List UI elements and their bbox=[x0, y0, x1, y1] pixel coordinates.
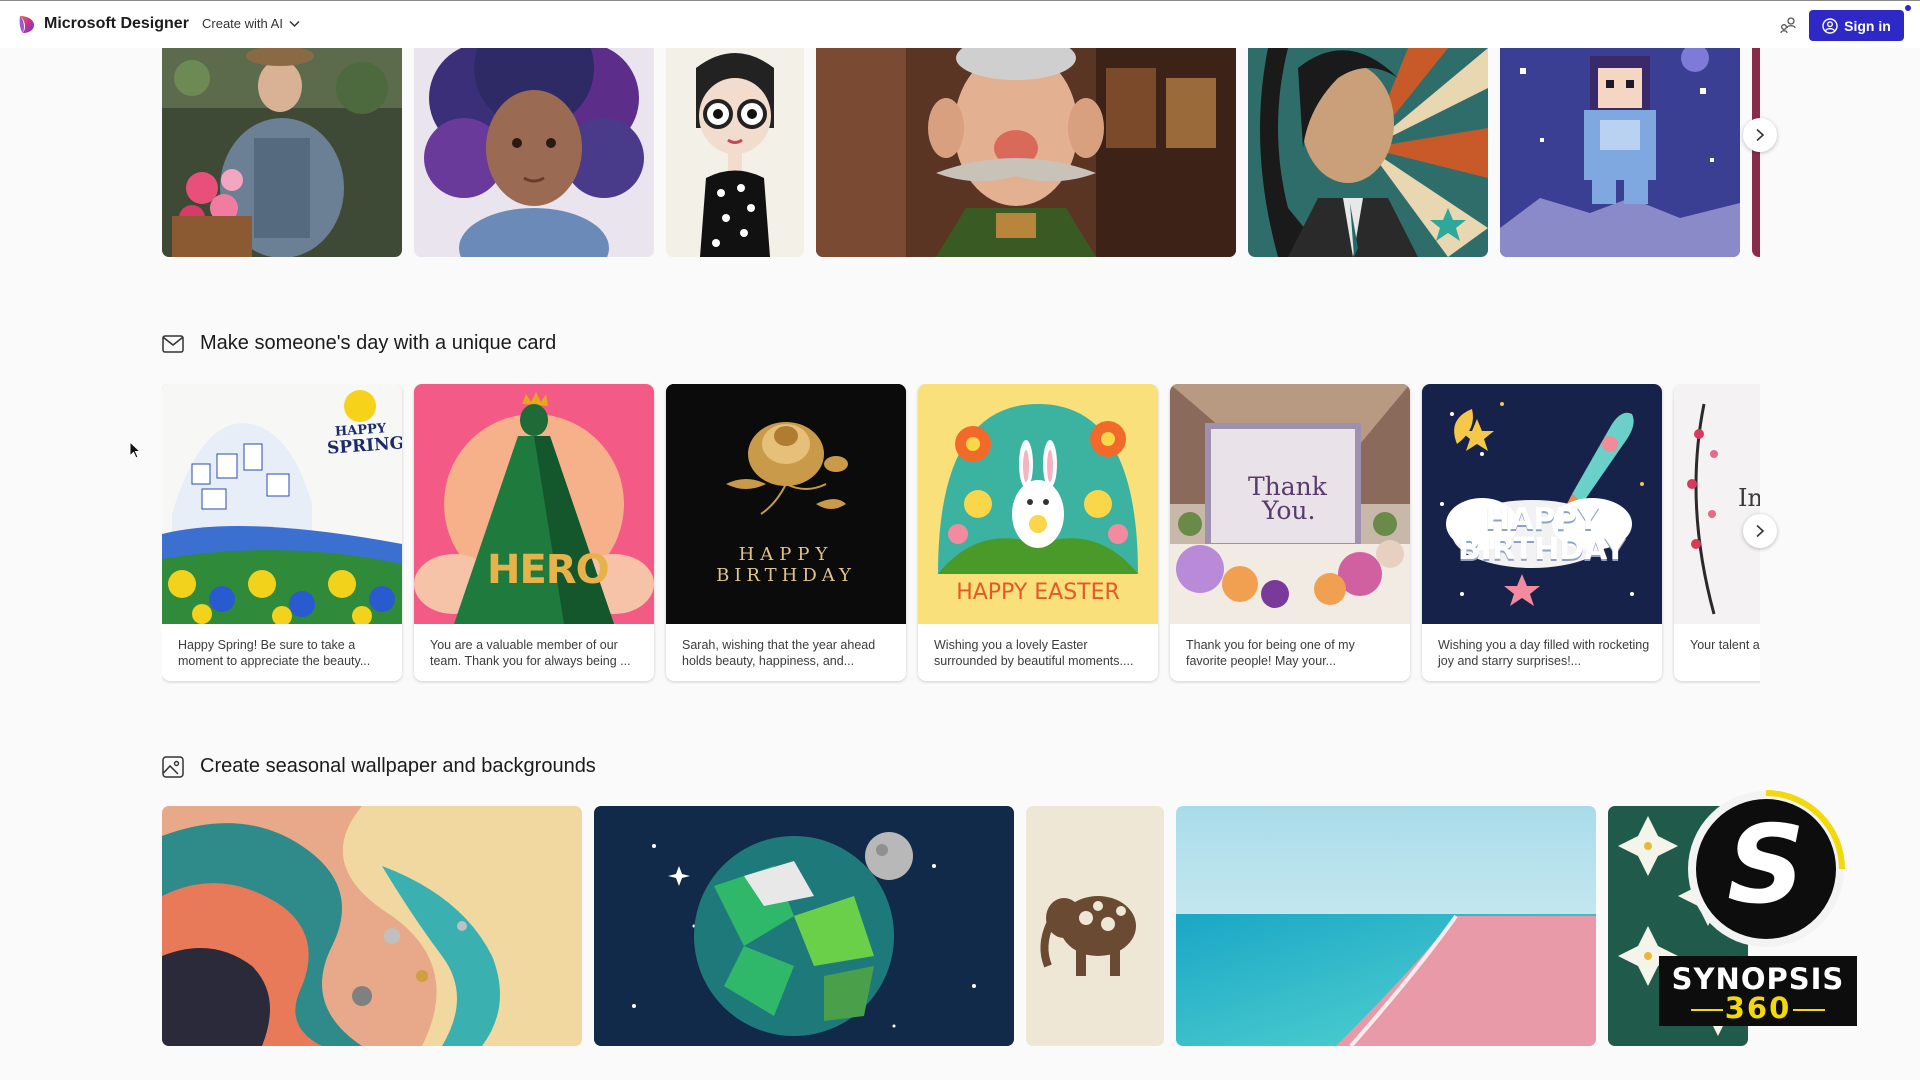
card-happy-spring[interactable]: HAPPY SPRING Happy Spring! Be sure to ta… bbox=[162, 384, 402, 681]
portraits-next-button[interactable] bbox=[1743, 118, 1777, 152]
synopsis-rule-right bbox=[1793, 1009, 1825, 1011]
portraits-carousel bbox=[162, 48, 1760, 258]
card-partial-image: In bbox=[1674, 384, 1760, 624]
wallpaper-floral-elephant-image bbox=[1026, 806, 1164, 1046]
image-frame-icon bbox=[162, 755, 184, 778]
card-happy-easter[interactable]: HAPPY EASTER Wishing you a lovely Easter… bbox=[918, 384, 1158, 681]
wallpaper-pink-beach-image bbox=[1176, 806, 1596, 1046]
notification-dot bbox=[1905, 5, 1911, 11]
chevron-right-icon bbox=[1756, 524, 1765, 538]
sign-in-label: Sign in bbox=[1844, 17, 1891, 34]
card-easter-text: HAPPY EASTER bbox=[956, 580, 1120, 605]
card-partial-text: In bbox=[1738, 484, 1760, 512]
card-thank-you[interactable]: Thank You. Thank you for being one of my… bbox=[1170, 384, 1410, 681]
designer-logo-icon[interactable] bbox=[18, 15, 36, 34]
card-caption: Wishing you a day filled with rocketing … bbox=[1438, 638, 1650, 668]
create-with-ai-label: Create with AI bbox=[202, 16, 283, 31]
wallpaper-floral-elephant-tile[interactable] bbox=[1026, 806, 1164, 1046]
card-hero-text: HERO bbox=[487, 547, 610, 593]
card-caption: Happy Spring! Be sure to take a moment t… bbox=[178, 638, 371, 668]
card-hero[interactable]: HERO You are a valuable member of our te… bbox=[414, 384, 654, 681]
card-happy-birthday-gold-image: HAPPY BIRTHDAY bbox=[666, 384, 906, 624]
envelope-icon bbox=[162, 334, 184, 353]
wallpaper-abstract-waves-image bbox=[162, 806, 582, 1046]
mouse-cursor-icon bbox=[129, 441, 141, 459]
designer-home-page: Microsoft Designer Create with AI Sign i… bbox=[0, 0, 1920, 1080]
share-icon[interactable] bbox=[1778, 15, 1798, 35]
synopsis-line2: 360 bbox=[1724, 991, 1792, 1025]
wallpaper-lowpoly-earth-tile[interactable] bbox=[594, 806, 1014, 1046]
card-happy-birthday-rocket[interactable]: HAPPY BIRTHDAY Wishing you a day filled … bbox=[1422, 384, 1662, 681]
wallpaper-abstract-waves-tile[interactable] bbox=[162, 806, 582, 1046]
portrait-gardener-image bbox=[162, 48, 402, 257]
card-caption: Wishing you a lovely Easter surrounded b… bbox=[934, 638, 1134, 668]
portrait-gardener-tile[interactable] bbox=[162, 48, 402, 257]
top-bar: Microsoft Designer Create with AI Sign i… bbox=[0, 0, 1920, 48]
card-caption: Your talent a magic in eve bbox=[1690, 638, 1760, 652]
synopsis360-watermark: S SYNOPSIS 360 bbox=[1651, 783, 1865, 1028]
cards-carousel: HAPPY SPRING Happy Spring! Be sure to ta… bbox=[162, 384, 1760, 684]
synopsis-s-letter: S bbox=[1727, 803, 1805, 928]
portrait-pixel-astronaut-image bbox=[1500, 48, 1740, 257]
wallpaper-section-title: Create seasonal wallpaper and background… bbox=[200, 755, 596, 777]
portrait-pixel-astronaut-tile[interactable] bbox=[1500, 48, 1740, 257]
card-caption: Thank you for being one of my favorite p… bbox=[1186, 638, 1355, 668]
card-hero-image: HERO bbox=[414, 384, 654, 624]
card-thank-line2: You. bbox=[1262, 496, 1316, 525]
user-circle-icon bbox=[1822, 17, 1838, 34]
card-birthday-gold-line1: HAPPY bbox=[738, 544, 834, 565]
wallpaper-carousel bbox=[162, 806, 1760, 1046]
portrait-popart-woman-tile[interactable] bbox=[1248, 48, 1488, 257]
create-with-ai-menu[interactable]: Create with AI bbox=[202, 16, 300, 31]
card-happy-birthday-rocket-image: HAPPY BIRTHDAY bbox=[1422, 384, 1662, 624]
portrait-mustache-man-tile[interactable] bbox=[816, 48, 1236, 257]
wallpaper-lowpoly-earth-image bbox=[594, 806, 1014, 1046]
cards-next-button[interactable] bbox=[1743, 514, 1777, 548]
chevron-right-icon bbox=[1756, 128, 1765, 142]
sign-in-button[interactable]: Sign in bbox=[1809, 10, 1904, 41]
chevron-down-icon bbox=[289, 20, 300, 28]
card-birthday-gold-line2: BIRTHDAY bbox=[716, 565, 856, 586]
portrait-partial-tile[interactable] bbox=[1752, 48, 1760, 257]
card-happy-spring-image: HAPPY SPRING bbox=[162, 384, 402, 624]
brand-name[interactable]: Microsoft Designer bbox=[44, 15, 189, 33]
wallpaper-section-header: Create seasonal wallpaper and background… bbox=[162, 755, 596, 778]
portrait-curly-child-image bbox=[414, 48, 654, 257]
card-rocket-line2: BIRTHDAY bbox=[1457, 532, 1627, 567]
portrait-caricature-woman-image bbox=[666, 48, 804, 257]
portrait-popart-woman-image bbox=[1248, 48, 1488, 257]
card-happy-birthday-gold[interactable]: HAPPY BIRTHDAY Sarah, wishing that the y… bbox=[666, 384, 906, 681]
card-caption: Sarah, wishing that the year ahead holds… bbox=[682, 638, 876, 668]
portrait-curly-child-tile[interactable] bbox=[414, 48, 654, 257]
portrait-mustache-man-image bbox=[816, 48, 1236, 257]
cards-section-header: Make someone's day with a unique card bbox=[162, 332, 556, 355]
portrait-caricature-woman-tile[interactable] bbox=[666, 48, 804, 257]
card-happy-easter-image: HAPPY EASTER bbox=[918, 384, 1158, 624]
cards-section-title: Make someone's day with a unique card bbox=[200, 332, 557, 354]
synopsis-rule-left bbox=[1691, 1009, 1723, 1011]
wallpaper-pink-beach-tile[interactable] bbox=[1176, 806, 1596, 1046]
card-thank-you-image: Thank You. bbox=[1170, 384, 1410, 624]
card-caption: You are a valuable member of our team. T… bbox=[430, 638, 631, 668]
